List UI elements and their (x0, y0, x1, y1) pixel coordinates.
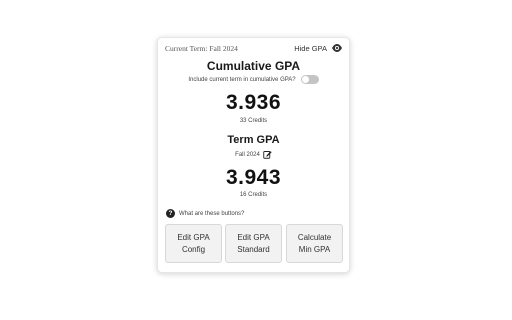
hide-gpa-button[interactable]: Hide GPA (294, 43, 343, 53)
term-credits: 16 Credits (239, 192, 268, 198)
cumulative-gpa-value: 3.936 (225, 91, 282, 114)
term-name-row: Fall 2024 (158, 150, 349, 159)
help-text: What are these buttons? (179, 210, 245, 217)
edit-icon[interactable] (263, 150, 272, 159)
gpa-card: Current Term: Fall 2024 Hide GPA Cumulat… (157, 37, 350, 273)
hide-gpa-label: Hide GPA (294, 43, 327, 53)
include-term-label: Include current term in cumulative GPA? (188, 76, 296, 83)
edit-gpa-config-button[interactable]: Edit GPA Config (165, 224, 222, 263)
edit-gpa-standard-button[interactable]: Edit GPA Standard (225, 224, 282, 263)
include-term-row: Include current term in cumulative GPA? (158, 75, 349, 84)
term-gpa-title: Term GPA (227, 134, 280, 146)
term-name: Fall 2024 (235, 151, 260, 158)
current-term-label: Current Term: Fall 2024 (165, 44, 238, 53)
calculate-min-gpa-button[interactable]: Calculate Min GPA (286, 224, 343, 263)
cumulative-gpa-title: Cumulative GPA (206, 59, 301, 73)
question-circle-icon[interactable]: ? (166, 209, 175, 218)
help-row[interactable]: ? What are these buttons? (166, 209, 244, 218)
eye-icon (332, 44, 342, 52)
cumulative-credits: 33 Credits (239, 118, 268, 124)
include-term-toggle[interactable] (300, 75, 319, 84)
term-gpa-value: 3.943 (225, 166, 282, 189)
